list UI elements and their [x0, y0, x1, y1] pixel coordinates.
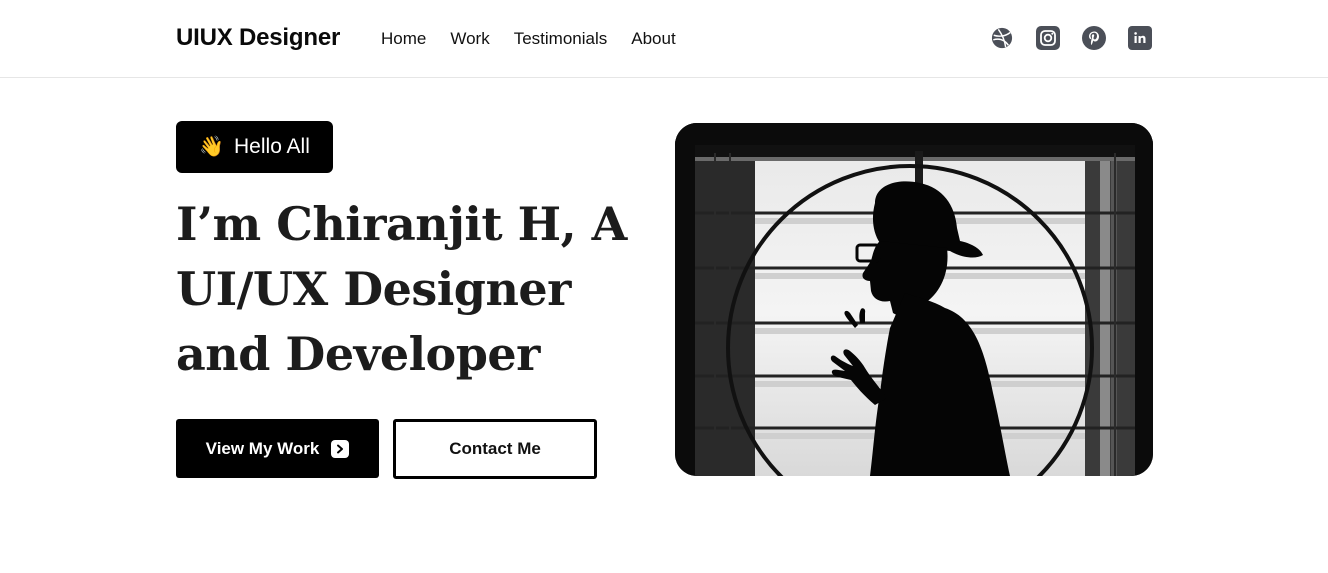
- linkedin-icon[interactable]: [1128, 26, 1152, 50]
- hello-text: Hello All: [234, 135, 310, 158]
- pinterest-icon[interactable]: [1082, 26, 1106, 50]
- dribbble-icon[interactable]: [990, 26, 1014, 50]
- view-my-work-button[interactable]: View My Work: [176, 419, 379, 478]
- contact-me-label: Contact Me: [449, 439, 541, 458]
- instagram-icon[interactable]: [1036, 26, 1060, 50]
- chevron-right-icon: [331, 439, 350, 458]
- main-nav: Home Work Testimonials About: [381, 29, 676, 49]
- nav-home[interactable]: Home: [381, 29, 426, 49]
- hello-badge: 👋 Hello All: [176, 121, 333, 173]
- contact-me-button[interactable]: Contact Me: [393, 419, 597, 479]
- waving-hand-emoji: 👋: [199, 136, 225, 158]
- social-links: [990, 26, 1152, 50]
- hero-portrait-image: [675, 123, 1153, 476]
- hero-headline: I’m Chiranjit H, A UI/UX Designer and De…: [176, 197, 627, 381]
- view-my-work-label: View My Work: [205, 438, 320, 458]
- site-logo[interactable]: UIUX Designer: [176, 24, 340, 52]
- nav-about[interactable]: About: [631, 29, 675, 49]
- silhouette-portrait-graphic: [675, 123, 1153, 476]
- site-header: UIUX Designer Home Work Testimonials Abo…: [0, 0, 1328, 78]
- nav-testimonials[interactable]: Testimonials: [514, 29, 608, 49]
- nav-work[interactable]: Work: [450, 29, 489, 49]
